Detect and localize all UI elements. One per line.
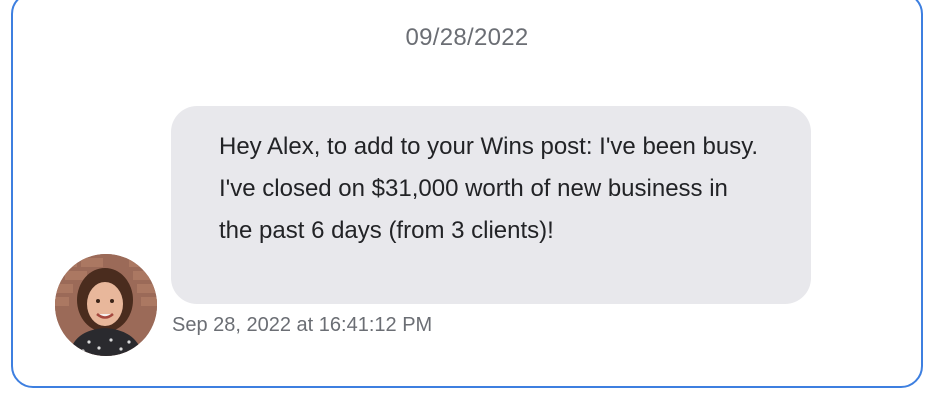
message-card: 09/28/2022 Hey Alex, to add to your Wins… (11, 0, 923, 388)
message-bubble[interactable]: Hey Alex, to add to your Wins post: I've… (171, 106, 811, 304)
user-photo-avatar-icon (55, 254, 157, 356)
avatar[interactable] (55, 254, 157, 356)
message-text: Hey Alex, to add to your Wins post: I've… (219, 133, 759, 244)
message-row: Hey Alex, to add to your Wins post: I've… (13, 0, 921, 386)
message-timestamp: Sep 28, 2022 at 16:41:12 PM (172, 314, 433, 336)
